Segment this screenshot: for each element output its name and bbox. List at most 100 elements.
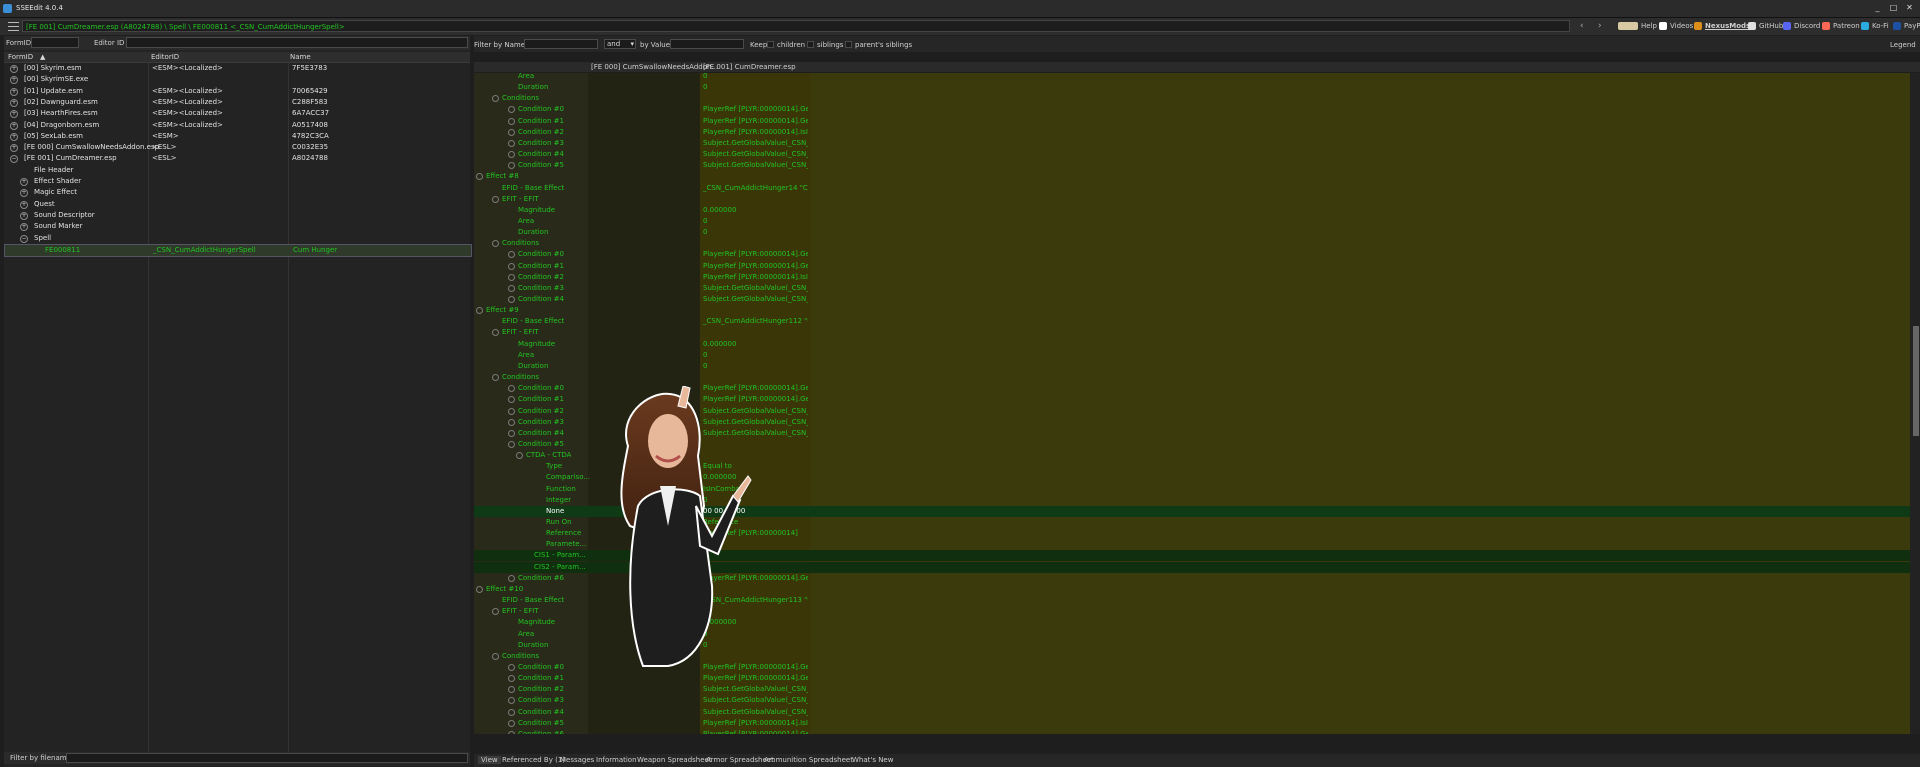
grid-row[interactable]: Duration 0: [474, 361, 1910, 372]
expand-icon[interactable]: [508, 407, 515, 415]
tree-row[interactable]: + [00] Skyrim.esm <ESM><Localized> 7F5E3783: [4, 63, 470, 74]
grid-row[interactable]: Conditions: [474, 372, 1910, 383]
grid-row[interactable]: Condition #5 PlayerRef [PLYR:00000014].Is…: [474, 718, 1910, 729]
grid-row[interactable]: Condition #5 Subject.GetGlobalValue(_CSN_…: [474, 160, 1910, 171]
grid-row[interactable]: Effect #9: [474, 305, 1910, 316]
grid-row[interactable]: Condition #3 Subject.GetGlobalValue(_CSN_…: [474, 695, 1910, 706]
editorid-input[interactable]: [126, 37, 468, 48]
children-checkbox[interactable]: [767, 41, 774, 48]
grid-row[interactable]: Condition #2 Subject.GetGlobalValue(_CSN_…: [474, 684, 1910, 695]
tree-row[interactable]: + Magic Effect: [4, 187, 470, 198]
nexusmods-link[interactable]: NexusMods: [1694, 22, 1750, 30]
tab-referenced-by-1[interactable]: Referenced By (1): [502, 756, 565, 764]
parents-siblings-checkbox[interactable]: [845, 41, 852, 48]
filter-filename-input[interactable]: [66, 753, 468, 763]
videos-link[interactable]: Videos: [1659, 22, 1693, 30]
help-link[interactable]: Help: [1618, 22, 1657, 30]
expand-icon[interactable]: [508, 429, 515, 437]
grid-row[interactable]: Condition #4 Subject.GetGlobalValue(_CSN_…: [474, 294, 1910, 305]
tree-row[interactable]: + Quest: [4, 199, 470, 210]
expand-icon[interactable]: [508, 418, 515, 426]
grid-row[interactable]: EFID - Base Effect _CSN_CumAddictHunger11…: [474, 316, 1910, 327]
tree-row[interactable]: File Header: [4, 165, 470, 176]
formid-column[interactable]: FormID: [8, 53, 33, 61]
and-or-select[interactable]: and ▾: [604, 39, 636, 49]
expand-icon[interactable]: +: [20, 200, 28, 209]
expand-icon[interactable]: [492, 608, 499, 616]
editorid-column[interactable]: EditorID: [151, 53, 179, 61]
filter-value-input[interactable]: [670, 39, 744, 49]
grid-row[interactable]: Magnitude 0.000000: [474, 205, 1910, 216]
grid-row[interactable]: Condition #3 Subject.GetGlobalValue(_CSN_…: [474, 283, 1910, 294]
expand-icon[interactable]: [508, 284, 515, 292]
expand-icon[interactable]: [508, 273, 515, 281]
grid-row[interactable]: Condition #3 Subject.GetGlobalValue(_CSN_…: [474, 138, 1910, 149]
menu-icon[interactable]: [8, 22, 19, 31]
expand-icon[interactable]: +: [10, 76, 18, 85]
grid-row[interactable]: Area 0: [474, 73, 1910, 82]
expand-icon[interactable]: [508, 251, 515, 259]
discord-link[interactable]: Discord: [1783, 22, 1820, 30]
expand-icon[interactable]: [516, 452, 523, 460]
maximize-button[interactable]: □: [1888, 3, 1899, 13]
expand-icon[interactable]: [508, 708, 515, 716]
grid-row[interactable]: EFIT - EFIT: [474, 327, 1910, 338]
patreon-link[interactable]: Patreon: [1822, 22, 1860, 30]
grid-row[interactable]: EFID - Base Effect _CSN_CumAddictHunger14…: [474, 183, 1910, 194]
collapse-icon[interactable]: −: [20, 234, 28, 243]
expand-icon[interactable]: +: [10, 98, 18, 107]
tree-row[interactable]: + Effect Shader: [4, 176, 470, 187]
tree-row[interactable]: + [03] HearthFires.esm <ESM><Localized> 6A7…: [4, 108, 470, 119]
expand-icon[interactable]: [508, 697, 515, 705]
tree-row[interactable]: + [01] Update.esm <ESM><Localized> 70065429: [4, 86, 470, 97]
expand-icon[interactable]: [508, 128, 515, 136]
expand-icon[interactable]: [476, 173, 483, 181]
scrollbar-thumb[interactable]: [1913, 326, 1919, 436]
expand-icon[interactable]: [508, 106, 515, 114]
legend-button[interactable]: Legend: [1890, 41, 1916, 49]
grid-row[interactable]: EFIT - EFIT: [474, 194, 1910, 205]
col-cumdreamer-header[interactable]: [FE 001] CumDreamer.esp: [703, 63, 796, 71]
expand-icon[interactable]: [508, 396, 515, 404]
grid-row[interactable]: Duration 0: [474, 227, 1910, 238]
grid-row[interactable]: Condition #4 Subject.GetGlobalValue(_CSN_…: [474, 707, 1910, 718]
grid-row[interactable]: Condition #0 PlayerRef [PLYR:00000014].Ge…: [474, 249, 1910, 260]
expand-icon[interactable]: +: [20, 223, 28, 232]
formid-input[interactable]: [31, 37, 79, 48]
grid-row[interactable]: Condition #0 PlayerRef [PLYR:00000014].Ge…: [474, 104, 1910, 115]
tab-weapon-spreadsheet[interactable]: Weapon Spreadsheet: [637, 756, 712, 764]
tab-what-s-new[interactable]: What's New: [852, 756, 893, 764]
expand-icon[interactable]: [492, 195, 499, 203]
expand-icon[interactable]: +: [20, 189, 28, 198]
expand-icon[interactable]: [476, 307, 483, 315]
expand-icon[interactable]: [508, 296, 515, 303]
tree-row[interactable]: + [02] Dawnguard.esm <ESM><Localized> C288F…: [4, 97, 470, 108]
grid-row[interactable]: Condition #1 PlayerRef [PLYR:00000014].Ge…: [474, 673, 1910, 684]
tree-row[interactable]: + Sound Descriptor: [4, 210, 470, 221]
siblings-checkbox[interactable]: [807, 41, 814, 48]
expand-icon[interactable]: [508, 162, 515, 170]
grid-row[interactable]: Effect #8: [474, 171, 1910, 182]
forward-arrow-icon[interactable]: ›: [1598, 21, 1602, 31]
grid-row[interactable]: Condition #1 PlayerRef [PLYR:00000014].Ge…: [474, 261, 1910, 272]
grid-row[interactable]: Condition #4 Subject.GetGlobalValue(_CSN_…: [474, 149, 1910, 160]
paypal-link[interactable]: PayPal: [1893, 22, 1920, 30]
tree-row[interactable]: − [FE 001] CumDreamer.esp <ESL> A8024788: [4, 153, 470, 164]
expand-icon[interactable]: [508, 440, 515, 448]
expand-icon[interactable]: [476, 585, 483, 593]
expand-icon[interactable]: +: [10, 110, 18, 119]
expand-icon[interactable]: [508, 663, 515, 671]
tree-row[interactable]: − Spell: [4, 233, 470, 244]
grid-row[interactable]: Area 0: [474, 216, 1910, 227]
back-arrow-icon[interactable]: ‹: [1580, 21, 1584, 31]
tab-information[interactable]: Information: [596, 756, 637, 764]
expand-icon[interactable]: +: [10, 87, 18, 96]
expand-icon[interactable]: +: [20, 211, 28, 220]
expand-icon[interactable]: [508, 117, 515, 125]
expand-icon[interactable]: [508, 730, 515, 734]
collapse-icon[interactable]: −: [10, 155, 18, 164]
record-path[interactable]: [FE 001] CumDreamer.esp (A8024788) \ Spe…: [22, 20, 1570, 32]
tree-row[interactable]: + [00] SkyrimSE.exe: [4, 74, 470, 85]
expand-icon[interactable]: [492, 652, 499, 660]
tree-row-selected[interactable]: FE000811 _CSN_CumAddictHungerSpell Cum Hun…: [4, 243, 472, 257]
